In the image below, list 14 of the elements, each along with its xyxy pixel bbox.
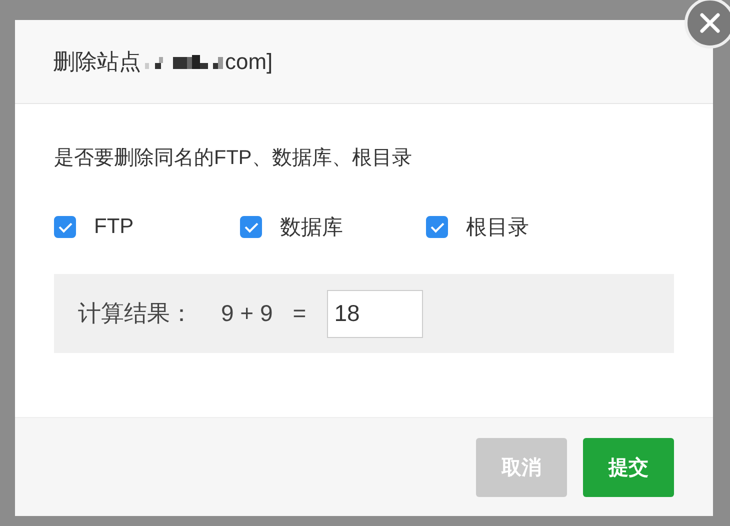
checkbox[interactable] [426,216,448,238]
answer-field[interactable]: 18 [327,290,424,338]
captcha-expression: 9 + 9 [221,300,273,327]
checkbox-option[interactable]: 根目录 [426,213,612,241]
checkbox[interactable] [54,216,76,238]
dialog-title-suffix: com] [225,48,273,74]
checkbox[interactable] [240,216,262,238]
equals-sign: = [292,300,306,327]
dialog-title: 删除站点 [53,48,141,76]
checkbox-option[interactable]: FTP [54,213,240,241]
captcha-label: 计算结果： [78,299,193,328]
question-text: 是否要删除同名的FTP、数据库、根目录 [54,146,413,171]
checkbox-option[interactable]: 数据库 [240,213,426,241]
close-icon[interactable] [684,0,730,49]
